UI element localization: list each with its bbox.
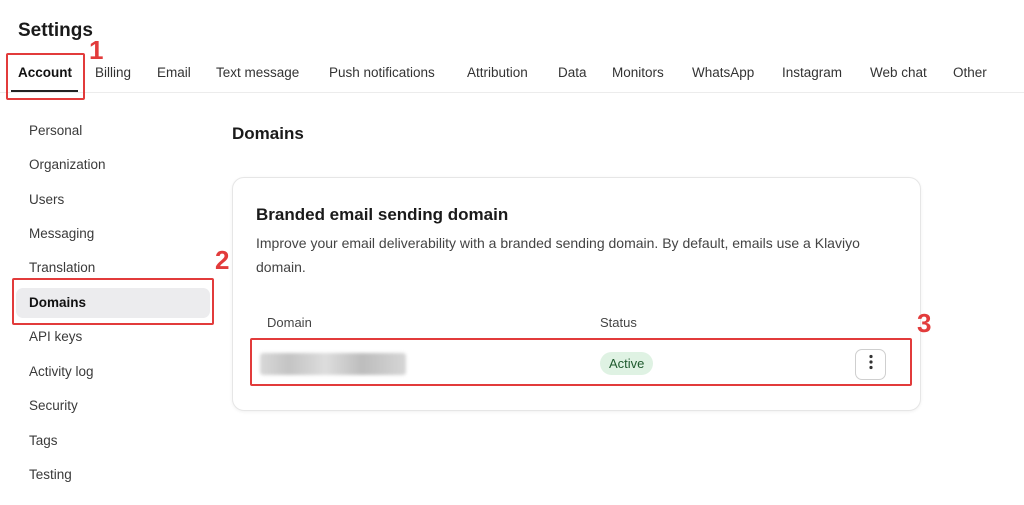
tab-web-chat[interactable]: Web chat [870,65,927,80]
annotation-number-2: 2 [215,245,230,275]
sidebar-item-messaging[interactable]: Messaging [16,219,210,249]
card-description: Improve your email deliverability with a… [256,235,860,275]
sidebar-item-organization[interactable]: Organization [16,150,210,180]
annotation-box-2 [12,278,214,325]
sidebar-item-api-keys[interactable]: API keys [16,322,210,352]
sidebar-item-users[interactable]: Users [16,185,210,215]
column-header-domain: Domain [267,315,312,330]
annotation-number-3: 3 [917,308,932,338]
tab-text-message[interactable]: Text message [216,65,299,80]
settings-tabs: Account Billing Email Text message Push … [0,55,1024,93]
tab-whatsapp[interactable]: WhatsApp [692,65,754,80]
annotation-box-1 [6,53,85,100]
tab-email[interactable]: Email [157,65,191,80]
tab-attribution[interactable]: Attribution [467,65,528,80]
sidebar-item-activity-log[interactable]: Activity log [16,357,210,387]
card-title: Branded email sending domain [256,205,509,224]
section-title: Domains [232,124,304,143]
tab-push-notifications[interactable]: Push notifications [329,65,435,80]
settings-page: Settings Account Billing Email Text mess… [0,0,1024,505]
tab-data[interactable]: Data [558,65,587,80]
annotation-number-1: 1 [89,35,104,65]
tab-monitors[interactable]: Monitors [612,65,664,80]
column-header-status: Status [600,315,637,330]
page-title: Settings [18,20,93,41]
sidebar-item-personal[interactable]: Personal [16,116,210,146]
annotation-box-3 [250,338,912,386]
tab-other[interactable]: Other [953,65,987,80]
tab-billing[interactable]: Billing [95,65,131,80]
tab-instagram[interactable]: Instagram [782,65,842,80]
sidebar-item-security[interactable]: Security [16,391,210,421]
sidebar-item-testing[interactable]: Testing [16,460,210,490]
sidebar-item-tags[interactable]: Tags [16,426,210,456]
